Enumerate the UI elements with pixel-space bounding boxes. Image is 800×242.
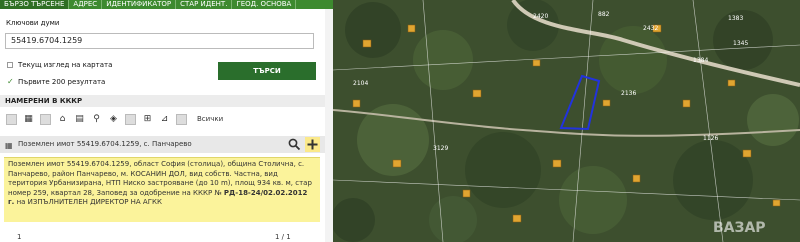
map-label: 2432 <box>643 25 658 32</box>
map-label: 2420 <box>533 13 548 20</box>
found-header: НАМЕРЕНИ В КККР <box>0 95 333 107</box>
add-icon[interactable] <box>305 137 320 152</box>
map-view[interactable]: 2420 882 1383 1345 1384 2432 2136 3129 2… <box>333 0 800 242</box>
pin-icon[interactable]: ⚲ <box>91 114 102 125</box>
line-icon[interactable] <box>125 113 136 125</box>
map-label: 1384 <box>693 57 708 64</box>
first200-option[interactable]: ✓ Първите 200 резултата <box>7 77 105 86</box>
keywords-label: Ключови думи <box>6 19 60 27</box>
result-item[interactable]: Поземлен имот 55419.6704.1259, област Со… <box>4 157 320 222</box>
tab-old-identifier[interactable]: СТАР ИДЕНТ. <box>176 0 233 9</box>
search-icon[interactable] <box>287 137 302 152</box>
building-icon[interactable] <box>40 113 51 125</box>
all-filter-label[interactable]: Всички <box>197 115 223 123</box>
filter-icon-row: ▦ ⌂ ▤ ⚲ ◈ ⊞ ⊿ Всички <box>6 113 223 125</box>
grid-icon[interactable]: ▦ <box>5 141 13 150</box>
tab-bar: БЪРЗО ТЪРСЕНЕ АДРЕС ИДЕНТИФИКАТОР СТАР И… <box>0 0 333 9</box>
current-view-option[interactable]: Текущ изглед на картата <box>7 61 112 69</box>
checkmark-icon[interactable]: ✓ <box>7 77 14 86</box>
current-view-checkbox[interactable] <box>7 62 13 68</box>
order-suffix: на ИЗПЪЛНИТЕЛЕН ДИРЕКТОР НА АГКК <box>16 198 162 207</box>
tab-quick-search[interactable]: БЪРЗО ТЪРСЕНЕ <box>0 0 70 9</box>
polygon-icon[interactable]: ⊿ <box>159 114 170 125</box>
satellite-map[interactable]: 2420 882 1383 1345 1384 2432 2136 3129 2… <box>333 0 800 242</box>
all-filter-box[interactable] <box>6 113 17 125</box>
map-label: 2104 <box>353 80 368 87</box>
search-button[interactable]: ТЪРСИ <box>218 62 316 80</box>
page-first[interactable]: 1 <box>17 233 21 241</box>
search-panel: БЪРЗО ТЪРСЕНЕ АДРЕС ИДЕНТИФИКАТОР СТАР И… <box>0 0 334 242</box>
map-label: 1345 <box>733 40 748 47</box>
tab-identifier[interactable]: ИДЕНТИФИКАТОР <box>102 0 177 9</box>
layers-icon[interactable]: ◈ <box>108 114 119 125</box>
search-input[interactable]: 55419.6704.1259 <box>5 33 314 49</box>
map-label: 882 <box>598 11 610 18</box>
tab-geodetic-base[interactable]: ГЕОД. ОСНОВА <box>232 0 297 9</box>
first200-label: Първите 200 резултата <box>18 77 106 86</box>
extra-filter-box[interactable] <box>176 113 187 125</box>
order-prefix: Заповед за одобрение на КККР № <box>96 188 222 197</box>
watermark: ВАЗАР <box>713 220 766 236</box>
map-label: 1383 <box>728 15 743 22</box>
result-title[interactable]: Поземлен имот 55419.6704.1259, с. Панчар… <box>18 137 192 152</box>
tab-address[interactable]: АДРЕС <box>69 0 103 9</box>
panel-scrollbar[interactable] <box>325 9 333 242</box>
grid-icon[interactable]: ▦ <box>23 114 34 125</box>
home-icon[interactable]: ⌂ <box>57 114 68 125</box>
map-label: 1126 <box>703 135 718 142</box>
document-icon[interactable]: ▤ <box>74 114 85 125</box>
current-view-label: Текущ изглед на картата <box>18 61 113 69</box>
map-label: 2136 <box>621 90 636 97</box>
map-label: 3129 <box>433 145 448 152</box>
boundary-icon[interactable]: ⊞ <box>142 114 153 125</box>
page-indicator: 1 / 1 <box>275 233 291 241</box>
